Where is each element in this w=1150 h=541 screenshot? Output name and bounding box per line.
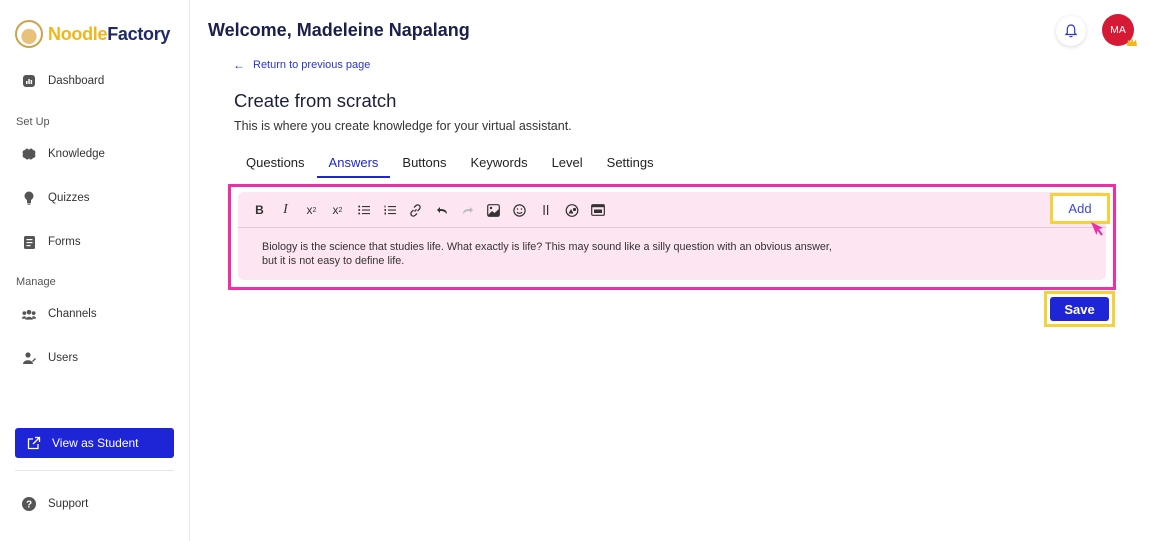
view-as-student-label: View as Student (52, 436, 139, 450)
tab-settings[interactable]: Settings (595, 155, 666, 177)
sidebar-item-label: Forms (48, 236, 81, 248)
logo-text-part2: Factory (107, 23, 171, 44)
sidebar-item-channels[interactable]: Channels (22, 307, 97, 321)
svg-text:?: ? (26, 500, 32, 511)
bullet-list-icon[interactable] (352, 202, 375, 218)
sidebar-item-knowledge[interactable]: Knowledge (22, 147, 105, 161)
external-link-icon (27, 436, 41, 450)
sidebar-item-dashboard[interactable]: Dashboard (22, 74, 104, 88)
avatar-initials: MA (1110, 24, 1126, 36)
sidebar-divider (15, 470, 174, 471)
logo-text-part1: Noodle (48, 23, 108, 44)
embed-icon[interactable] (586, 202, 609, 218)
sidebar-item-label: Support (48, 498, 89, 510)
save-button-highlight: Save (1044, 291, 1115, 327)
sidebar: NoodleFactory Dashboard Set Up Knowledge… (0, 0, 190, 541)
arrow-left-icon: ← (233, 58, 245, 72)
sidebar-item-label: Quizzes (48, 192, 90, 204)
cursor-pointer-icon (1091, 222, 1103, 236)
tab-keywords[interactable]: Keywords (459, 155, 540, 177)
editor-toolbar: B I x2 x2 (248, 202, 612, 218)
bold-icon[interactable]: B (248, 202, 271, 218)
image-icon[interactable] (482, 202, 505, 218)
view-as-student-button[interactable]: View as Student (15, 428, 174, 458)
answer-text-line: but it is not easy to define life. (262, 254, 405, 267)
sidebar-item-forms[interactable]: Forms (22, 235, 81, 249)
answer-editor[interactable]: B I x2 x2 Biology is the science that st… (238, 192, 1106, 280)
logo[interactable]: NoodleFactory (15, 20, 170, 48)
subscript-icon[interactable]: x2 (326, 202, 349, 218)
sidebar-item-quizzes[interactable]: Quizzes (22, 191, 90, 205)
dashboard-icon (22, 74, 36, 88)
avatar[interactable]: MA (1102, 14, 1137, 46)
save-button[interactable]: Save (1050, 297, 1109, 321)
bell-icon (1065, 24, 1077, 38)
sidebar-item-label: Dashboard (48, 75, 105, 87)
notifications-button[interactable] (1056, 16, 1086, 46)
tab-bar: Questions Answers Buttons Keywords Level… (234, 155, 666, 178)
shapes-icon[interactable] (560, 202, 583, 218)
tab-buttons[interactable]: Buttons (390, 155, 458, 177)
logo-text: NoodleFactory (48, 24, 170, 45)
undo-icon[interactable] (430, 202, 453, 218)
superscript-icon[interactable]: x2 (300, 202, 323, 218)
welcome-heading: Welcome, Madeleine Napalang (208, 20, 470, 40)
toolbar-separator (238, 227, 1106, 228)
answer-text[interactable]: Biology is the science that studies life… (262, 241, 922, 268)
help-circle-icon: ? (22, 497, 36, 511)
sidebar-item-label: Knowledge (48, 148, 105, 160)
logo-icon (15, 20, 43, 48)
people-group-icon (22, 307, 36, 321)
page-subtitle: This is where you create knowledge for y… (234, 119, 572, 133)
user-icon (22, 351, 36, 365)
form-icon (22, 235, 36, 249)
lightbulb-icon (22, 191, 36, 205)
tab-questions[interactable]: Questions (234, 155, 317, 177)
divider-icon[interactable] (534, 202, 557, 218)
italic-icon[interactable]: I (274, 202, 297, 218)
sidebar-item-support[interactable]: ? Support (22, 497, 88, 511)
sidebar-item-label: Channels (48, 308, 97, 320)
add-button[interactable]: Add (1068, 201, 1091, 216)
sidebar-item-label: Users (48, 352, 79, 364)
section-label-manage: Manage (16, 276, 56, 288)
tab-level[interactable]: Level (540, 155, 595, 177)
editor-highlight: B I x2 x2 Biology is the science that st… (228, 184, 1116, 290)
brain-icon (22, 147, 36, 161)
page-title: Create from scratch (234, 90, 397, 111)
return-link[interactable]: ← Return to previous page (233, 58, 370, 72)
redo-icon[interactable] (456, 202, 479, 218)
answer-text-line: Biology is the science that studies life… (262, 241, 832, 253)
return-link-label: Return to previous page (253, 59, 371, 71)
tab-answers[interactable]: Answers (316, 155, 391, 178)
section-label-setup: Set Up (16, 116, 50, 128)
numbered-list-icon[interactable] (378, 202, 401, 218)
crown-icon (1127, 38, 1137, 46)
link-icon[interactable] (404, 202, 427, 218)
emoji-icon[interactable] (508, 202, 531, 218)
sidebar-item-users[interactable]: Users (22, 351, 78, 365)
